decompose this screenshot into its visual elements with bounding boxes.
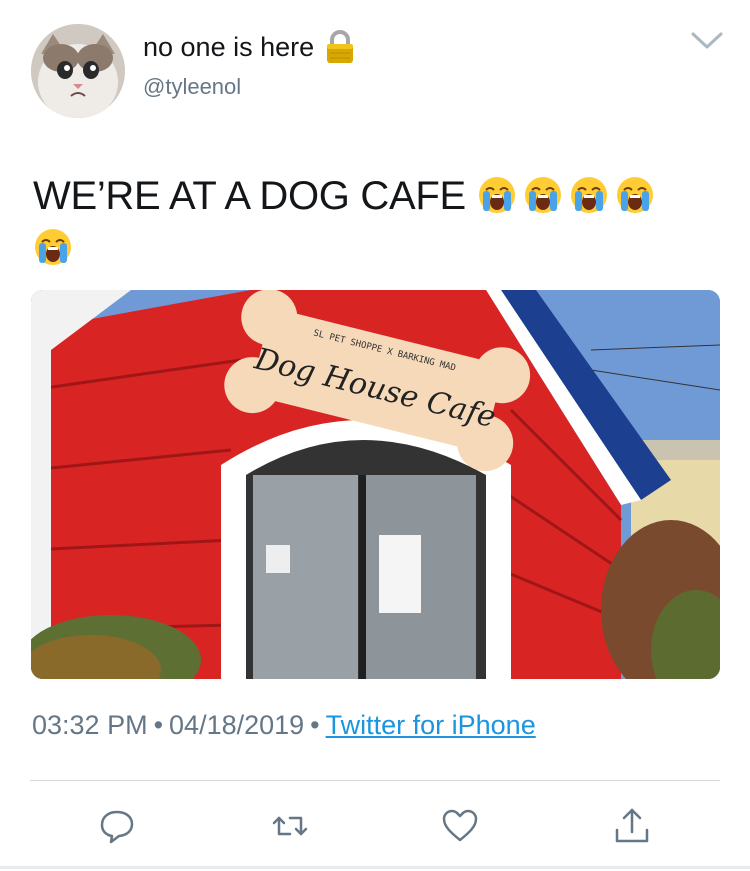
loudly-crying-face-emoji bbox=[570, 177, 607, 213]
tweet-date: 04/18/2019 bbox=[169, 710, 305, 740]
action-bar bbox=[0, 800, 750, 850]
loudly-crying-face-emoji bbox=[35, 229, 71, 265]
dog-house-cafe-photo: SL PET SHOPPE X BARKING MAD Dog House Ca… bbox=[31, 290, 720, 679]
tweet-source-link[interactable]: Twitter for iPhone bbox=[326, 710, 536, 740]
bottom-border bbox=[0, 866, 750, 869]
like-icon[interactable] bbox=[440, 806, 480, 846]
avatar[interactable] bbox=[31, 24, 125, 118]
reply-icon[interactable] bbox=[97, 806, 137, 846]
loudly-crying-face-emoji bbox=[478, 177, 515, 213]
user-handle[interactable]: @tyleenol bbox=[143, 74, 241, 100]
loudly-crying-face-emoji bbox=[616, 177, 653, 213]
tweet-meta: 03:32 PM • 04/18/2019 • Twitter for iPhone bbox=[32, 710, 536, 741]
chevron-down-icon[interactable] bbox=[690, 30, 724, 52]
display-name[interactable]: no one is here bbox=[143, 29, 356, 65]
tweet-text-body: WE’RE AT A DOG CAFE bbox=[33, 174, 466, 218]
retweet-icon[interactable] bbox=[270, 806, 310, 846]
tweet-photo[interactable]: SL PET SHOPPE X BARKING MAD Dog House Ca… bbox=[31, 290, 720, 679]
meta-separator-2: • bbox=[310, 710, 320, 740]
share-icon[interactable] bbox=[612, 806, 652, 846]
crying-cat-avatar-image bbox=[31, 24, 125, 118]
tweet-time: 03:32 PM bbox=[32, 710, 148, 740]
meta-separator: • bbox=[153, 710, 164, 740]
display-name-text: no one is here bbox=[143, 31, 315, 62]
tweet-text: WE’RE AT A DOG CAFE bbox=[33, 170, 723, 274]
loudly-crying-face-emoji bbox=[524, 177, 561, 213]
divider bbox=[30, 780, 720, 781]
lock-icon bbox=[327, 30, 354, 63]
